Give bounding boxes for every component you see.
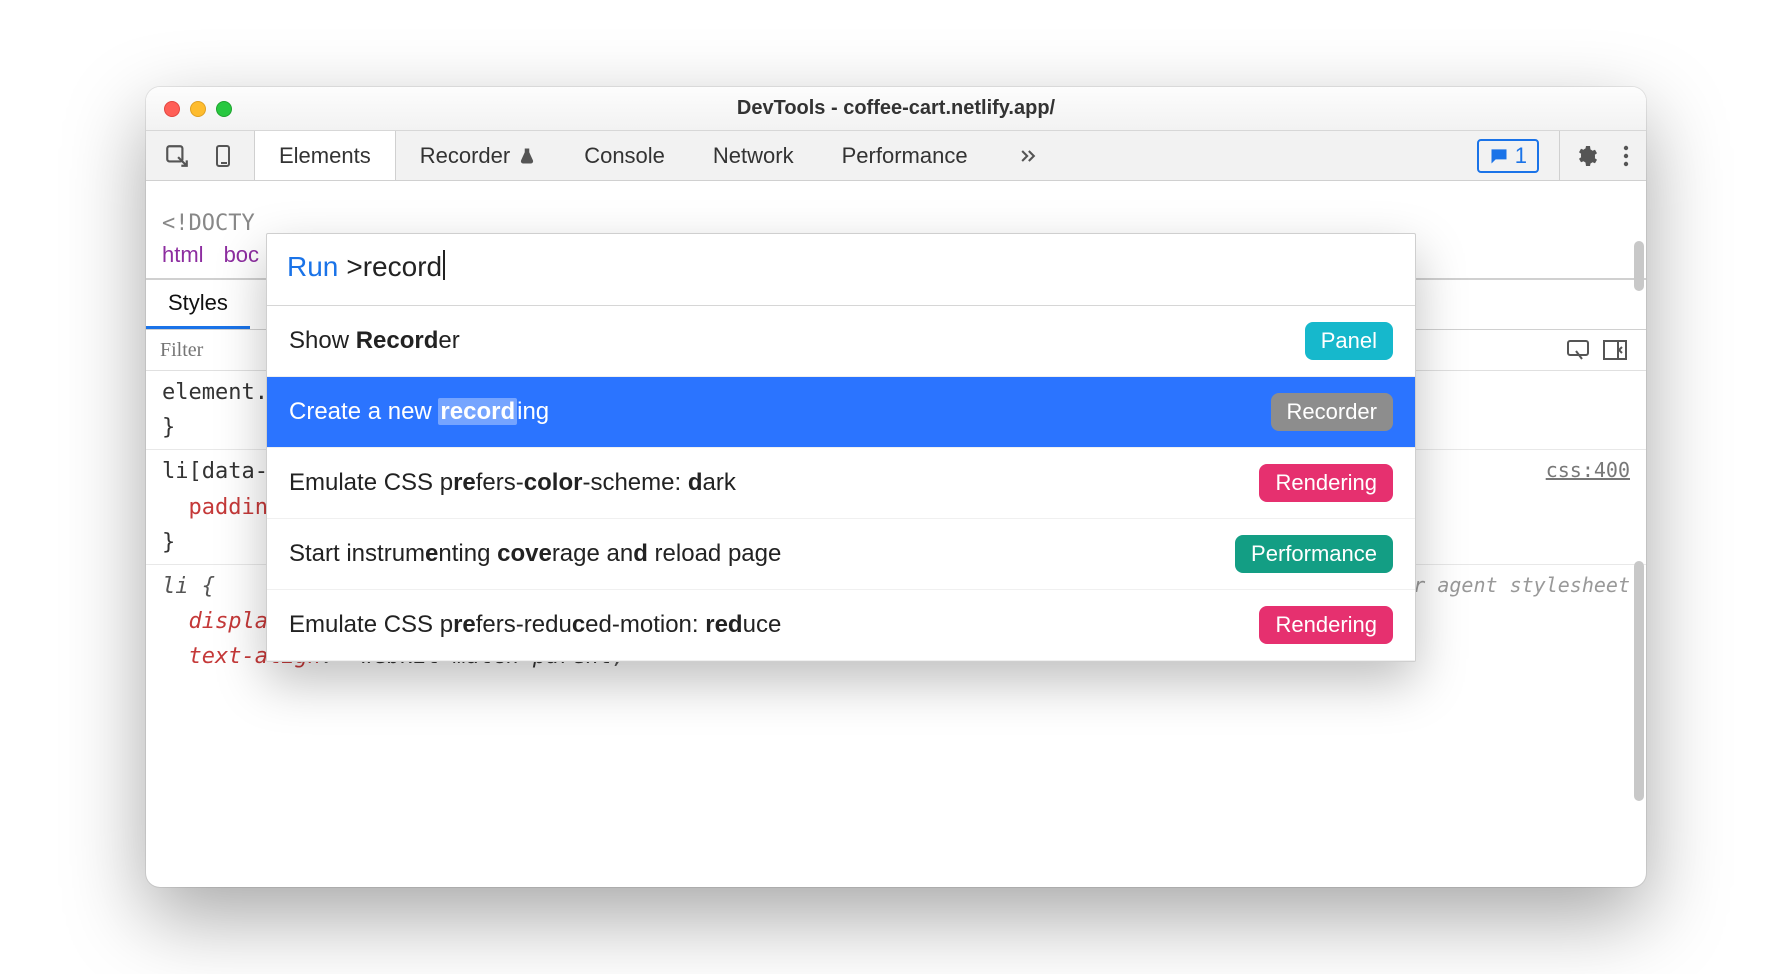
tab-network[interactable]: Network: [689, 131, 818, 180]
tab-console[interactable]: Console: [560, 131, 689, 180]
chevron-double-right-icon: [1016, 146, 1040, 166]
tab-recorder[interactable]: Recorder: [396, 131, 560, 180]
close-window-button[interactable]: [164, 101, 180, 117]
command-result-badge: Panel: [1305, 322, 1393, 360]
issues-button[interactable]: 1: [1477, 139, 1539, 173]
inspect-icon[interactable]: [164, 143, 190, 169]
command-result-badge: Rendering: [1259, 606, 1393, 644]
command-result-badge: Rendering: [1259, 464, 1393, 502]
issues-count: 1: [1515, 143, 1527, 169]
breadcrumb-body[interactable]: boc: [224, 242, 259, 268]
breadcrumb-html[interactable]: html: [162, 242, 204, 268]
devtools-window: DevTools - coffee-cart.netlify.app/ Elem…: [146, 87, 1646, 887]
dom-tree[interactable]: <!DOCTY: [146, 201, 1646, 236]
divider: [1559, 131, 1560, 180]
css-source-link[interactable]: css:400: [1546, 454, 1630, 486]
gear-icon: [1574, 144, 1598, 168]
message-icon: [1489, 146, 1509, 166]
command-result-4[interactable]: Emulate CSS prefers-reduced-motion: redu…: [267, 590, 1415, 661]
command-result-label: Show Recorder: [289, 327, 460, 355]
tab-styles[interactable]: Styles: [146, 280, 250, 329]
panel-tabs: Elements Recorder Console Network Perfor…: [255, 131, 1064, 180]
scrollbar-thumb-styles[interactable]: [1634, 561, 1644, 801]
window-title: DevTools - coffee-cart.netlify.app/: [146, 97, 1646, 120]
command-result-label: Emulate CSS prefers-reduced-motion: redu…: [289, 611, 781, 639]
command-results: Show Recorder Panel Create a new recording…: [267, 306, 1415, 661]
content-area: <!DOCTY html boc Styles element.s }: [146, 181, 1646, 887]
titlebar: DevTools - coffee-cart.netlify.app/: [146, 87, 1646, 131]
main-toolbar: Elements Recorder Console Network Perfor…: [146, 131, 1646, 181]
window-controls: [146, 101, 232, 117]
command-result-badge: Performance: [1235, 535, 1393, 573]
kebab-icon: [1622, 144, 1630, 168]
hover-icon[interactable]: [1566, 339, 1592, 361]
maximize-window-button[interactable]: [216, 101, 232, 117]
command-result-badge: Recorder: [1271, 393, 1393, 431]
command-input[interactable]: Run >record: [267, 234, 1415, 306]
command-result-label: Emulate CSS prefers-color-scheme: dark: [289, 469, 736, 497]
settings-button[interactable]: [1566, 144, 1606, 168]
command-result-2[interactable]: Emulate CSS prefers-color-scheme: dark Re…: [267, 448, 1415, 519]
more-tabs-button[interactable]: [992, 131, 1064, 180]
flask-icon: [518, 146, 536, 166]
minimize-window-button[interactable]: [190, 101, 206, 117]
toggle-panel-icon[interactable]: [1602, 339, 1628, 361]
command-result-label: Create a new recording: [289, 398, 549, 426]
command-prefix: Run: [287, 251, 338, 283]
command-result-0[interactable]: Show Recorder Panel: [267, 306, 1415, 377]
tab-elements[interactable]: Elements: [255, 131, 396, 180]
scrollbar-thumb[interactable]: [1634, 241, 1644, 291]
command-result-3[interactable]: Start instrumenting coverage and reload …: [267, 519, 1415, 590]
more-menu-button[interactable]: [1606, 144, 1646, 168]
command-result-1[interactable]: Create a new recording Recorder: [267, 377, 1415, 448]
command-query: >record: [346, 250, 445, 283]
doctype-node: <!DOCTY: [162, 211, 255, 236]
device-toggle-icon[interactable]: [212, 143, 236, 169]
tab-performance[interactable]: Performance: [818, 131, 992, 180]
command-palette: Run >record Show Recorder Panel Create a n…: [266, 233, 1416, 662]
command-result-label: Start instrumenting coverage and reload …: [289, 540, 781, 568]
